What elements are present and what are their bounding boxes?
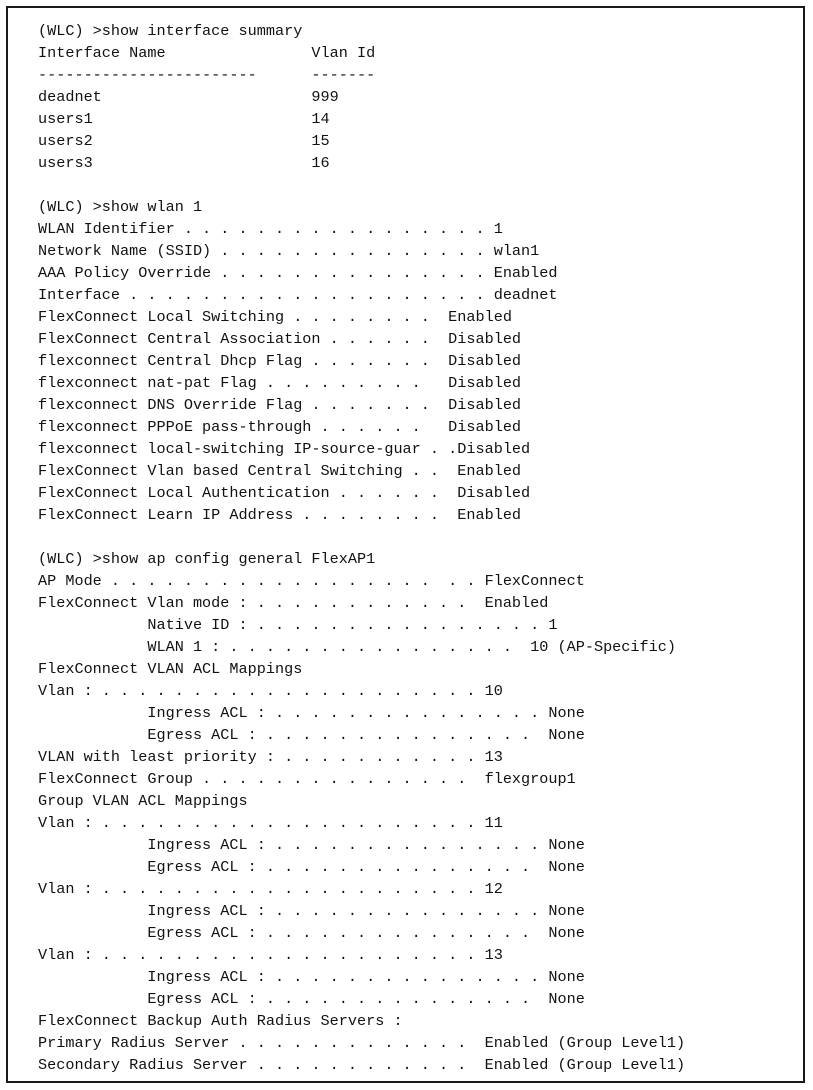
cli-output-line: Ingress ACL : . . . . . . . . . . . . . … <box>38 836 585 854</box>
cli-output-line: Vlan : . . . . . . . . . . . . . . . . .… <box>38 682 503 700</box>
cli-output-line: FlexConnect VLAN ACL Mappings <box>38 660 303 678</box>
cli-output-line: flexconnect PPPoE pass-through . . . . .… <box>38 418 522 436</box>
cli-output-line: flexconnect Central Dhcp Flag . . . . . … <box>38 352 522 370</box>
cli-command-line: (WLC) >show wlan 1 <box>38 198 203 216</box>
cli-output-line: AP Mode . . . . . . . . . . . . . . . . … <box>38 572 585 590</box>
cli-output-line: users2 15 <box>38 132 330 150</box>
cli-output-line: FlexConnect Learn IP Address . . . . . .… <box>38 506 522 524</box>
cli-output-line: flexconnect nat-pat Flag . . . . . . . .… <box>38 374 522 392</box>
cli-blank-line <box>38 526 801 548</box>
cli-output-line: Egress ACL : . . . . . . . . . . . . . .… <box>38 990 585 1008</box>
cli-output-line: Native ID : . . . . . . . . . . . . . . … <box>38 616 558 634</box>
cli-output-line: Interface Name Vlan Id <box>38 44 376 62</box>
cli-output-line: Ingress ACL : . . . . . . . . . . . . . … <box>38 704 585 722</box>
cli-command-line: (WLC) >show interface summary <box>38 22 303 40</box>
cli-output-line: Secondary Radius Server . . . . . . . . … <box>38 1056 686 1074</box>
cli-command-line: (WLC) >show ap config general FlexAP1 <box>38 550 376 568</box>
cli-output-line: ------------------------ ------- <box>38 66 376 84</box>
document-frame: (WLC) >show interface summary Interface N… <box>6 6 805 1083</box>
cli-output-line: FlexConnect Group . . . . . . . . . . . … <box>38 770 576 788</box>
cli-output-line: deadnet 999 <box>38 88 339 106</box>
cli-output-line: WLAN 1 : . . . . . . . . . . . . . . . .… <box>38 638 676 656</box>
cli-output-line: FlexConnect Vlan mode : . . . . . . . . … <box>38 594 549 612</box>
cli-output-line: Ingress ACL : . . . . . . . . . . . . . … <box>38 968 585 986</box>
cli-output-line: Group VLAN ACL Mappings <box>38 792 248 810</box>
cli-output-line: flexconnect local-switching IP-source-gu… <box>38 440 531 458</box>
cli-output-line: Primary Radius Server . . . . . . . . . … <box>38 1034 686 1052</box>
cli-terminal-output[interactable]: (WLC) >show interface summary Interface N… <box>38 20 801 1081</box>
cli-output-line: Egress ACL : . . . . . . . . . . . . . .… <box>38 726 585 744</box>
cli-output-line: Vlan : . . . . . . . . . . . . . . . . .… <box>38 814 503 832</box>
cli-output-line: AAA Policy Override . . . . . . . . . . … <box>38 264 558 282</box>
cli-output-line: Network Name (SSID) . . . . . . . . . . … <box>38 242 540 260</box>
cli-output-line: users1 14 <box>38 110 330 128</box>
cli-output-line: users3 16 <box>38 154 330 172</box>
cli-output-line: Egress ACL : . . . . . . . . . . . . . .… <box>38 924 585 942</box>
cli-output-line: FlexConnect Backup Auth Radius Servers : <box>38 1012 403 1030</box>
cli-blank-line <box>38 174 801 196</box>
cli-output-line: Interface . . . . . . . . . . . . . . . … <box>38 286 558 304</box>
cli-output-line: VLAN with least priority : . . . . . . .… <box>38 748 503 766</box>
cli-output-line: Vlan : . . . . . . . . . . . . . . . . .… <box>38 946 503 964</box>
cli-output-line: FlexConnect Local Authentication . . . .… <box>38 484 531 502</box>
cli-output-line: flexconnect DNS Override Flag . . . . . … <box>38 396 522 414</box>
cli-output-line: FlexConnect Local Switching . . . . . . … <box>38 308 512 326</box>
cli-output-line: Ingress ACL : . . . . . . . . . . . . . … <box>38 902 585 920</box>
cli-output-line: WLAN Identifier . . . . . . . . . . . . … <box>38 220 503 238</box>
cli-output-line: FlexConnect Central Association . . . . … <box>38 330 522 348</box>
cli-output-line: Egress ACL : . . . . . . . . . . . . . .… <box>38 858 585 876</box>
cli-output-line: FlexConnect Vlan based Central Switching… <box>38 462 522 480</box>
cli-output-line: Vlan : . . . . . . . . . . . . . . . . .… <box>38 880 503 898</box>
